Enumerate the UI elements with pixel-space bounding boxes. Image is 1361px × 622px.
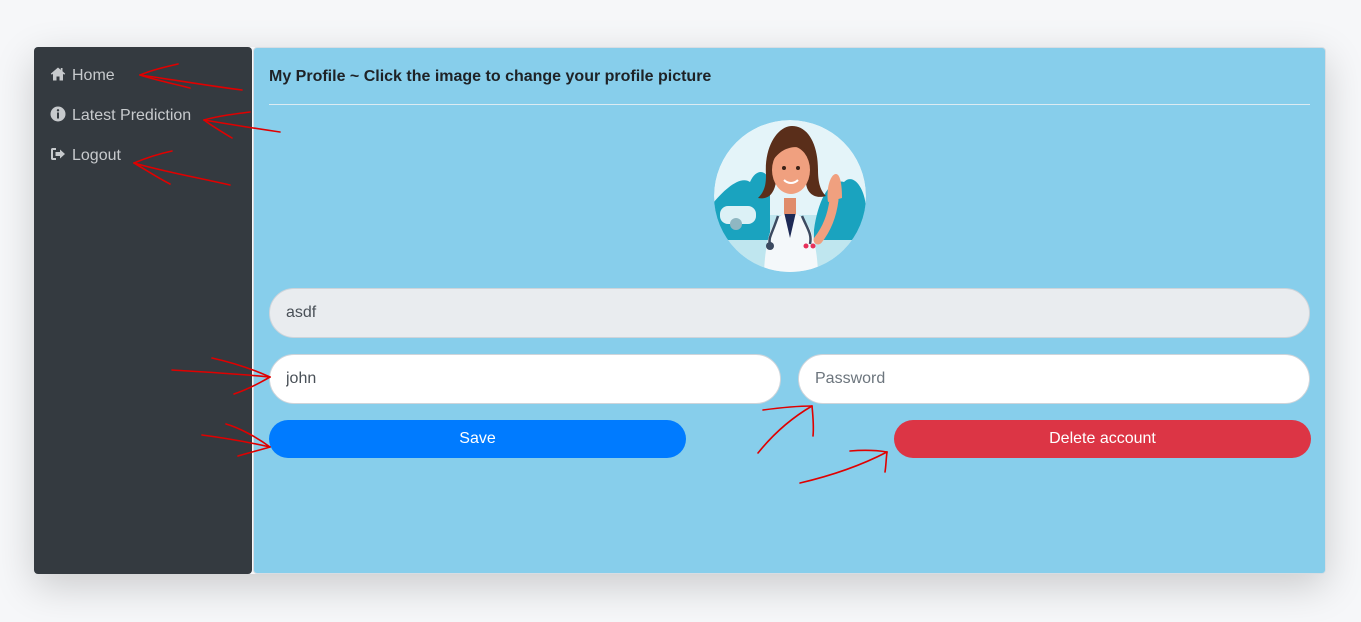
sidebar-item-label: Logout [72,147,121,164]
sidebar-item-home[interactable]: Home [50,64,115,88]
save-button[interactable]: Save [269,420,686,458]
sidebar-item-latest-prediction[interactable]: Latest Prediction [50,104,191,128]
profile-picture[interactable] [714,120,866,272]
username-field[interactable] [269,354,781,404]
title-divider [269,104,1310,105]
info-icon [50,106,66,127]
sidebar: Home Latest Prediction Logout [34,47,252,574]
page-title: My Profile ~ Click the image to change y… [269,68,712,85]
sidebar-item-label: Latest Prediction [72,107,192,124]
logout-icon [50,146,66,167]
sidebar-item-label: Home [72,67,115,84]
email-field[interactable] [269,288,1310,338]
sidebar-item-logout[interactable]: Logout [50,144,121,168]
password-field[interactable] [798,354,1310,404]
delete-account-button[interactable]: Delete account [894,420,1311,458]
profile-panel: My Profile ~ Click the image to change y… [253,47,1326,574]
home-icon [50,66,66,87]
